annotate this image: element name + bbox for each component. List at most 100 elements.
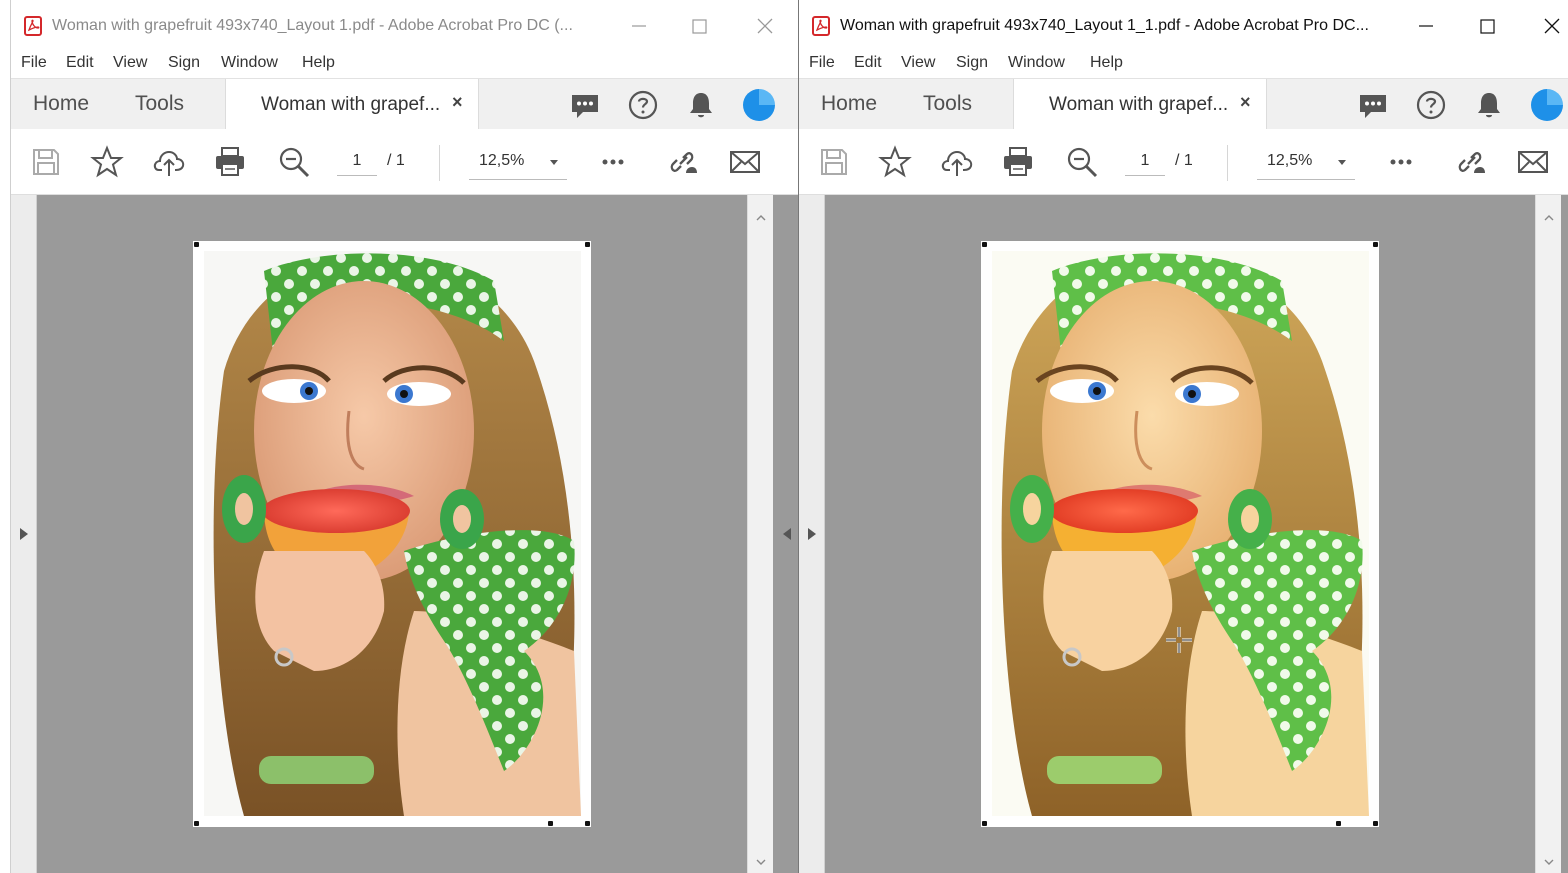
title-bar[interactable]: Woman with grapefruit 493x740_Layout 1_1… — [799, 0, 1568, 48]
window-title: Woman with grapefruit 493x740_Layout 1_1… — [840, 17, 1369, 34]
document-view[interactable] — [799, 195, 1568, 873]
window-title: Woman with grapefruit 493x740_Layout 1.p… — [52, 17, 573, 34]
comment-icon[interactable] — [1357, 89, 1389, 121]
more-tools-icon[interactable] — [1384, 145, 1418, 179]
upload-cloud-icon[interactable] — [152, 145, 186, 179]
menu-edit[interactable]: Edit — [854, 54, 882, 72]
crop-handle[interactable] — [1373, 821, 1378, 826]
vertical-scrollbar[interactable] — [747, 195, 773, 873]
save-icon[interactable] — [817, 145, 851, 179]
email-icon[interactable] — [728, 145, 762, 179]
navigation-pane-strip[interactable] — [799, 195, 825, 873]
tab-bar: Home Tools Woman with grapef... × — [799, 78, 1568, 130]
email-icon[interactable] — [1516, 145, 1550, 179]
more-tools-icon[interactable] — [596, 145, 630, 179]
tab-tools[interactable]: Tools — [923, 92, 972, 116]
page-count: / 1 — [1175, 152, 1193, 169]
menu-file[interactable]: File — [809, 54, 835, 72]
crop-handle[interactable] — [982, 821, 987, 826]
document-tab-label: Woman with grapef... — [261, 94, 441, 115]
crop-handle[interactable] — [585, 821, 590, 826]
page-count: / 1 — [387, 152, 405, 169]
save-icon[interactable] — [29, 145, 63, 179]
crop-handle[interactable] — [585, 242, 590, 247]
help-icon[interactable] — [1415, 89, 1447, 121]
menu-view[interactable]: View — [901, 54, 935, 72]
tab-tools[interactable]: Tools — [135, 92, 184, 116]
zoom-out-icon[interactable] — [1065, 145, 1099, 179]
chevron-down-icon[interactable] — [547, 151, 561, 175]
vertical-scrollbar[interactable] — [1535, 195, 1561, 873]
toolbar: 1 / 1 12,5% — [11, 129, 798, 195]
close-tab-icon[interactable]: × — [452, 92, 463, 113]
account-avatar[interactable] — [743, 89, 775, 121]
toolbar-divider — [439, 145, 440, 181]
page-number-input[interactable]: 1 — [1125, 152, 1165, 176]
menu-help[interactable]: Help — [302, 54, 335, 72]
tab-document[interactable]: Woman with grapef... × — [1013, 79, 1267, 130]
menu-sign[interactable]: Sign — [168, 54, 200, 72]
close-button[interactable] — [750, 12, 780, 40]
menu-bar: File Edit View Sign Window Help — [799, 48, 1568, 78]
close-button[interactable] — [1537, 12, 1567, 40]
menu-edit[interactable]: Edit — [66, 54, 94, 72]
maximize-button[interactable] — [685, 12, 715, 40]
scroll-up-icon[interactable] — [754, 211, 768, 225]
crop-handle[interactable] — [1373, 242, 1378, 247]
tab-document[interactable]: Woman with grapef... × — [225, 79, 479, 130]
acrobat-window-left[interactable]: Woman with grapefruit 493x740_Layout 1.p… — [10, 0, 798, 873]
scroll-down-icon[interactable] — [754, 855, 768, 869]
document-tab-label: Woman with grapef... — [1049, 94, 1229, 115]
menu-window[interactable]: Window — [1008, 54, 1065, 72]
navigation-pane-strip[interactable] — [11, 195, 37, 873]
collapse-right-pane-icon[interactable] — [781, 526, 793, 542]
expand-left-pane-icon[interactable] — [18, 526, 30, 542]
zoom-value: 12,5% — [1267, 152, 1313, 169]
expand-left-pane-icon[interactable] — [806, 526, 818, 542]
account-avatar[interactable] — [1531, 89, 1563, 121]
print-icon[interactable] — [213, 145, 247, 179]
menu-file[interactable]: File — [21, 54, 47, 72]
share-link-icon[interactable] — [1453, 145, 1487, 179]
minimize-button[interactable] — [1411, 12, 1441, 40]
menu-help[interactable]: Help — [1090, 54, 1123, 72]
crop-handle[interactable] — [982, 242, 987, 247]
crop-handle[interactable] — [548, 821, 553, 826]
crop-handle[interactable] — [194, 242, 199, 247]
acrobat-app-icon — [812, 16, 830, 36]
crop-handle[interactable] — [1336, 821, 1341, 826]
chevron-down-icon[interactable] — [1335, 151, 1349, 175]
crosshair-cursor-icon — [1164, 625, 1194, 655]
page-number-input[interactable]: 1 — [337, 152, 377, 176]
zoom-dropdown[interactable]: 12,5% — [1257, 151, 1355, 180]
menu-window[interactable]: Window — [221, 54, 278, 72]
notifications-bell-icon[interactable] — [1473, 89, 1505, 121]
menu-sign[interactable]: Sign — [956, 54, 988, 72]
notifications-bell-icon[interactable] — [685, 89, 717, 121]
toolbar: 1 / 1 12,5% — [799, 129, 1568, 195]
share-link-icon[interactable] — [665, 145, 699, 179]
zoom-dropdown[interactable]: 12,5% — [469, 151, 567, 180]
crop-handle[interactable] — [194, 821, 199, 826]
woman-grapefruit-photo — [992, 251, 1369, 816]
zoom-value: 12,5% — [479, 152, 525, 169]
close-tab-icon[interactable]: × — [1240, 92, 1251, 113]
scroll-up-icon[interactable] — [1542, 211, 1556, 225]
title-bar[interactable]: Woman with grapefruit 493x740_Layout 1.p… — [11, 0, 798, 48]
comment-icon[interactable] — [569, 89, 601, 121]
maximize-button[interactable] — [1473, 12, 1503, 40]
tab-home[interactable]: Home — [33, 92, 89, 116]
bookmark-star-icon[interactable] — [878, 145, 912, 179]
upload-cloud-icon[interactable] — [940, 145, 974, 179]
acrobat-window-right[interactable]: Woman with grapefruit 493x740_Layout 1_1… — [798, 0, 1568, 873]
bookmark-star-icon[interactable] — [90, 145, 124, 179]
tab-bar: Home Tools Woman with grapef... × — [11, 78, 798, 130]
document-view[interactable] — [11, 195, 798, 873]
minimize-button[interactable] — [624, 12, 654, 40]
menu-view[interactable]: View — [113, 54, 147, 72]
scroll-down-icon[interactable] — [1542, 855, 1556, 869]
print-icon[interactable] — [1001, 145, 1035, 179]
zoom-out-icon[interactable] — [277, 145, 311, 179]
tab-home[interactable]: Home — [821, 92, 877, 116]
help-icon[interactable] — [627, 89, 659, 121]
